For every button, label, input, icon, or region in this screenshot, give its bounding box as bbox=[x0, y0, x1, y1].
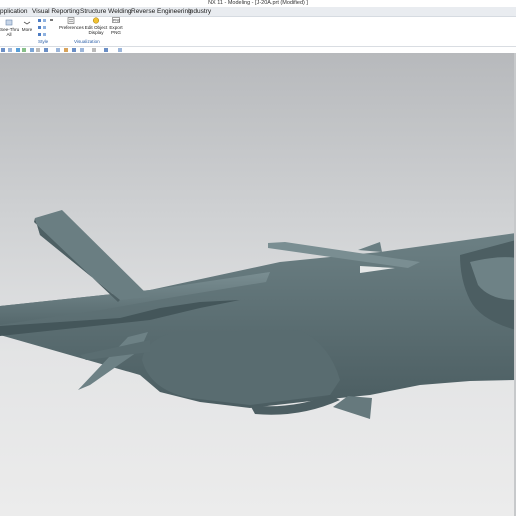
export-png-button[interactable]: PNG Export PNG bbox=[108, 17, 124, 35]
export-png-label: Export PNG bbox=[109, 25, 123, 35]
menu-reverse-engineering[interactable]: Reverse Engineering bbox=[131, 7, 192, 16]
visualization-group-label: Visualization bbox=[74, 39, 100, 44]
ribbon: See-Thru All More Preferences Edit Objec… bbox=[0, 17, 516, 47]
see-thru-icon bbox=[5, 19, 13, 26]
preferences-label: Preferences bbox=[59, 25, 84, 30]
menu-industry[interactable]: Industry bbox=[188, 7, 211, 16]
export-png-icon: PNG bbox=[112, 17, 121, 24]
more-label: More bbox=[21, 27, 33, 32]
aircraft-model bbox=[0, 210, 516, 419]
menu-application[interactable]: pplication bbox=[0, 7, 27, 16]
svg-text:PNG: PNG bbox=[113, 19, 120, 23]
more-icon bbox=[23, 19, 31, 26]
style-group-label: Style bbox=[38, 39, 49, 44]
menu-bar: pplication Visual Reporting Structure We… bbox=[0, 7, 516, 17]
preferences-button[interactable]: Preferences bbox=[59, 17, 84, 30]
menu-structure-welding[interactable]: Structure Welding bbox=[80, 7, 132, 16]
edit-object-display-icon bbox=[92, 17, 100, 24]
more-button[interactable]: More bbox=[20, 19, 34, 32]
menu-visual-reporting[interactable]: Visual Reporting bbox=[32, 7, 80, 16]
see-thru-all-button[interactable]: See-Thru All bbox=[0, 19, 20, 37]
edit-object-display-button[interactable]: Edit Object Display bbox=[84, 17, 108, 35]
graphics-viewport[interactable] bbox=[0, 53, 516, 516]
style-mini-icons bbox=[38, 18, 58, 38]
preferences-icon bbox=[67, 17, 75, 24]
edit-object-display-label: Edit Object Display bbox=[84, 25, 108, 35]
window-title: NX 11 - Modeling - [J-20A.prt (Modified)… bbox=[0, 0, 516, 7]
see-thru-all-label: See-Thru All bbox=[0, 27, 20, 37]
